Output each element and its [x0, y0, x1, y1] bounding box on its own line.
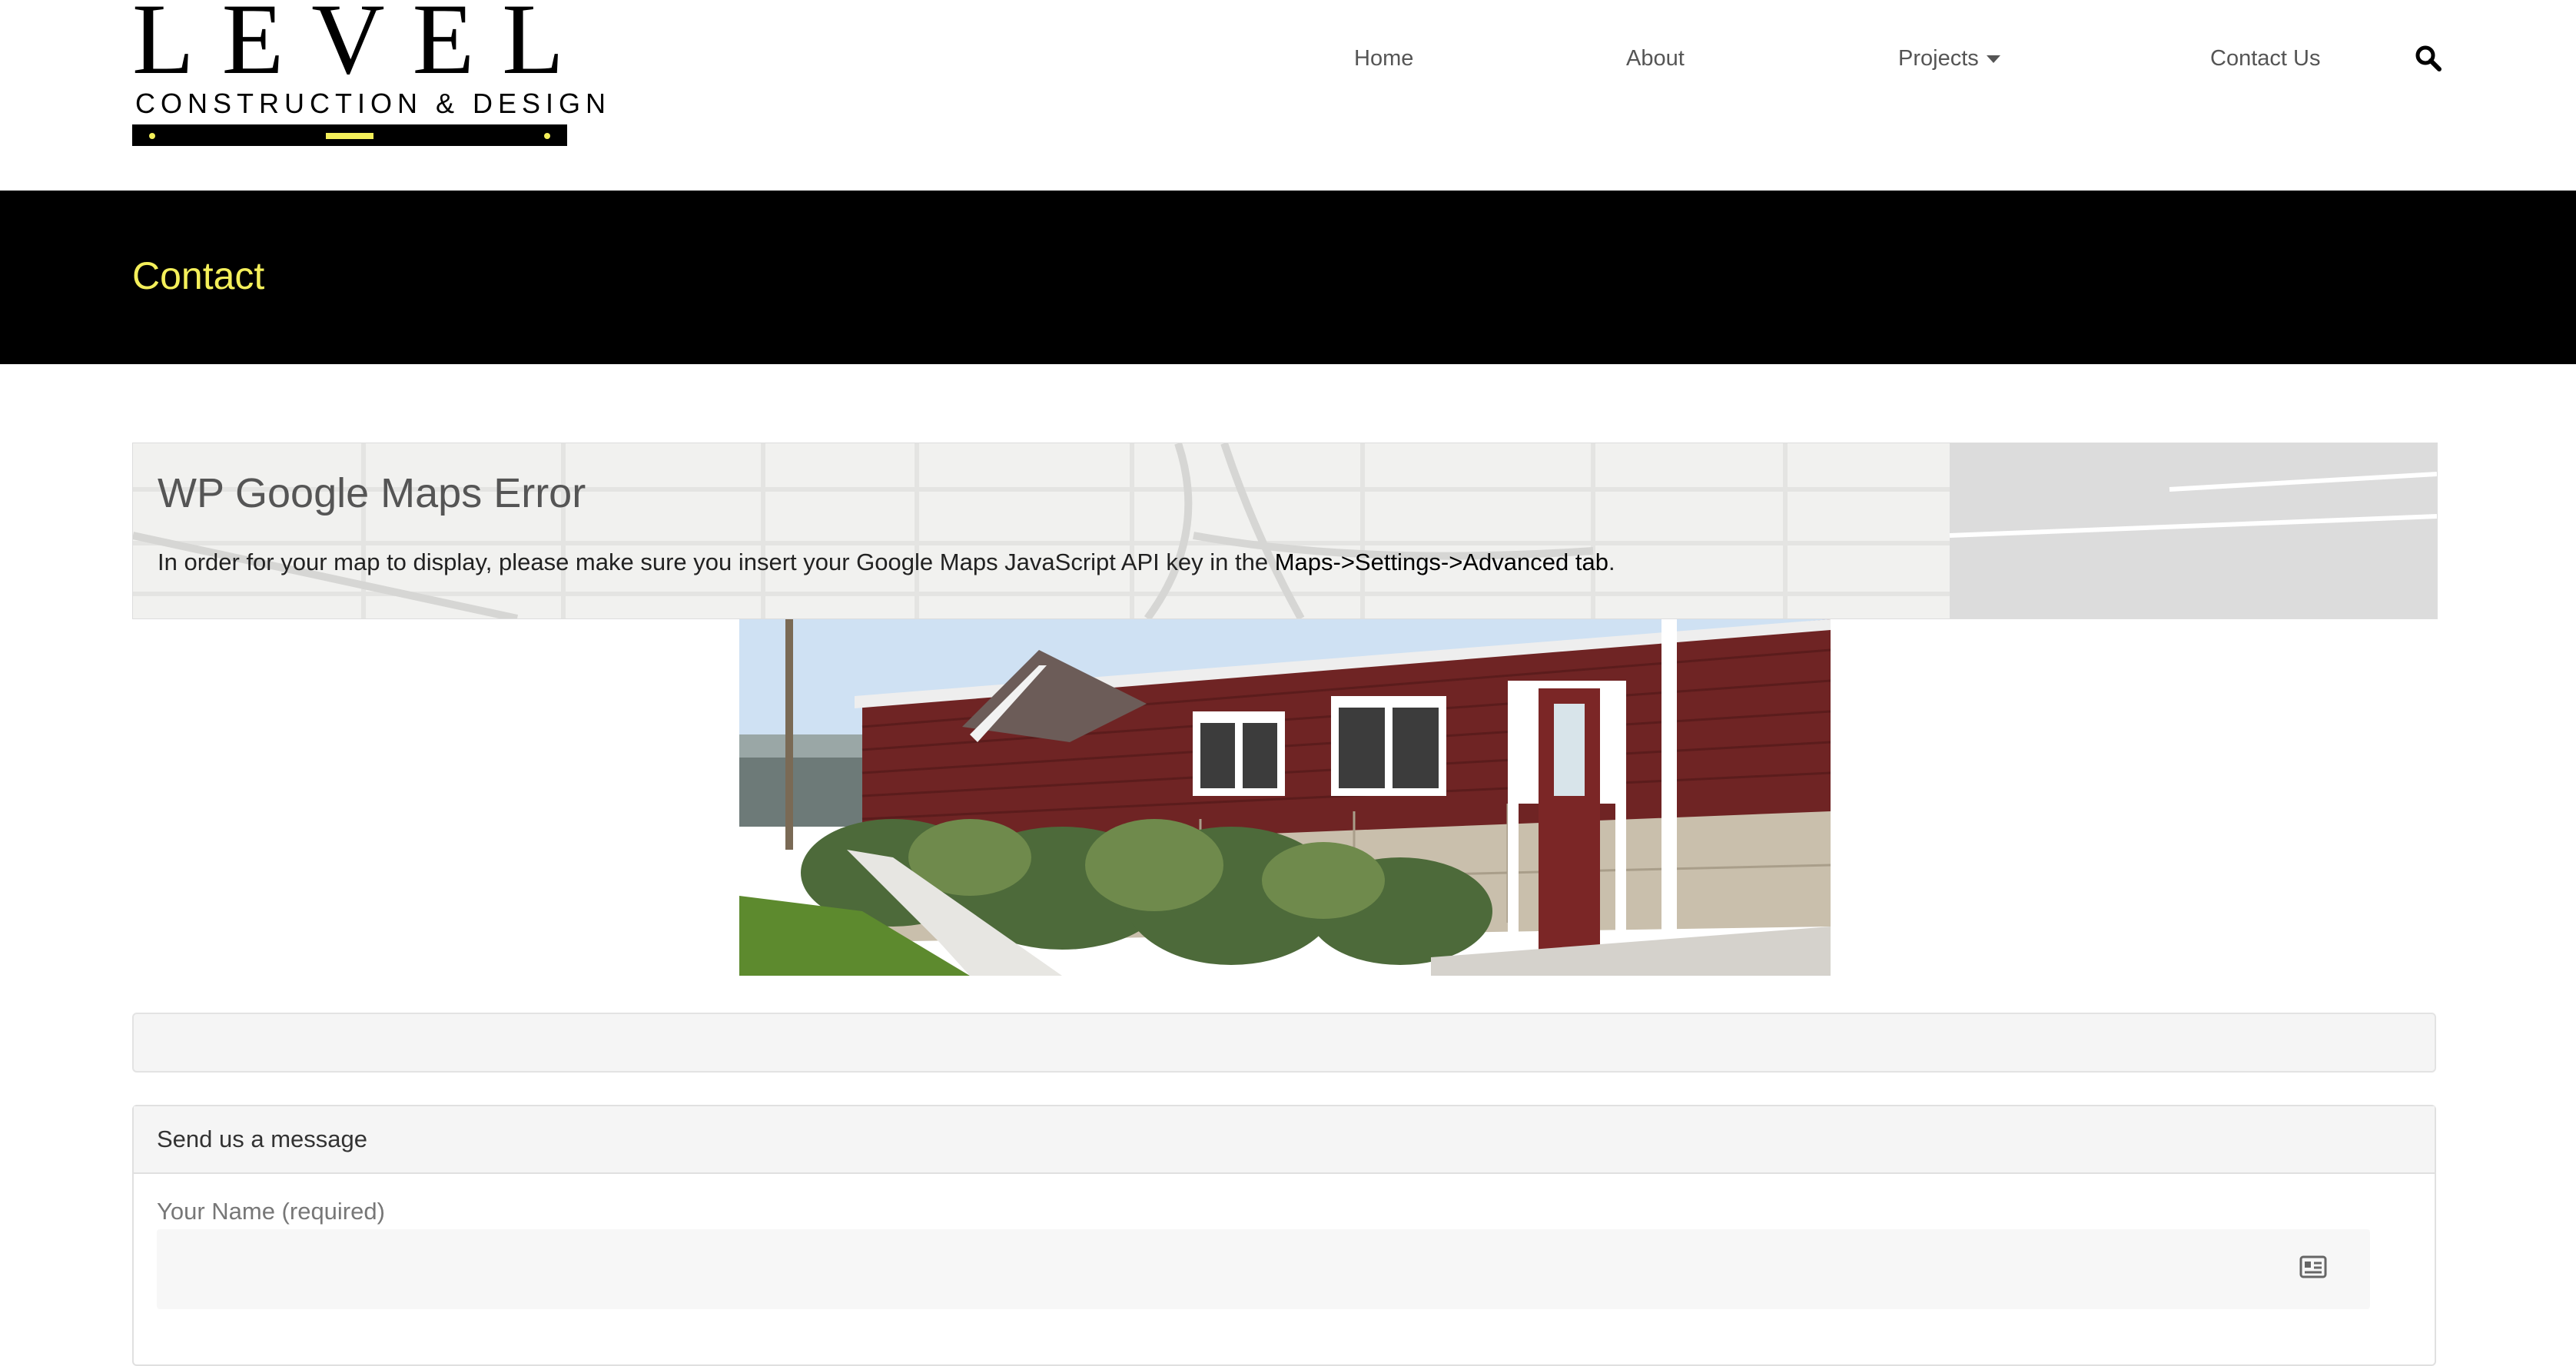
form-heading: Send us a message: [157, 1126, 368, 1152]
nav-label: Home: [1354, 46, 1414, 71]
photo-of-building: [739, 619, 1831, 976]
map-settings-link: Maps->Settings->Advanced tab: [1274, 549, 1608, 575]
map-error-box: WP Google Maps Error In order for your m…: [132, 443, 2438, 619]
logo-dash: [326, 133, 373, 139]
logo-subtitle: CONSTRUCTION & DESIGN: [135, 88, 612, 119]
nav-label: About: [1626, 46, 1685, 71]
empty-panel: [132, 1013, 2436, 1073]
map-error-message-text: In order for your map to display, please…: [158, 549, 1275, 575]
site-header: LEVEL CONSTRUCTION & DESIGN Home About P…: [0, 0, 2576, 191]
name-field[interactable]: [157, 1229, 2370, 1309]
contact-form: Send us a message Your Name (required): [132, 1105, 2436, 1366]
chevron-down-icon: [1986, 55, 2000, 64]
nav-item-contact-us[interactable]: Contact Us: [2210, 35, 2320, 81]
logo-wordmark: LEVEL: [132, 0, 592, 95]
nav-item-projects[interactable]: Projects: [1898, 35, 2000, 81]
nav-item-home[interactable]: Home: [1354, 35, 1413, 81]
page-title-band: Contact: [0, 191, 2576, 364]
map-error-message-end: .: [1608, 549, 1615, 575]
search-icon[interactable]: [2413, 43, 2444, 74]
map-error-message: In order for your map to display, please…: [158, 545, 1615, 580]
logo[interactable]: LEVEL CONSTRUCTION & DESIGN: [132, 0, 612, 146]
nav-item-about[interactable]: About: [1626, 35, 1685, 81]
nav-label: Contact Us: [2210, 46, 2321, 71]
form-header: Send us a message: [134, 1106, 2435, 1174]
logo-dot-left: [149, 133, 155, 139]
page-title: Contact: [132, 254, 265, 297]
contact-card-icon: [2299, 1255, 2327, 1278]
logo-dot-right: [544, 133, 550, 139]
nav-label: Projects: [1898, 46, 1979, 71]
name-label: Your Name (required): [157, 1198, 385, 1225]
map-error-title: WP Google Maps Error: [158, 470, 586, 516]
